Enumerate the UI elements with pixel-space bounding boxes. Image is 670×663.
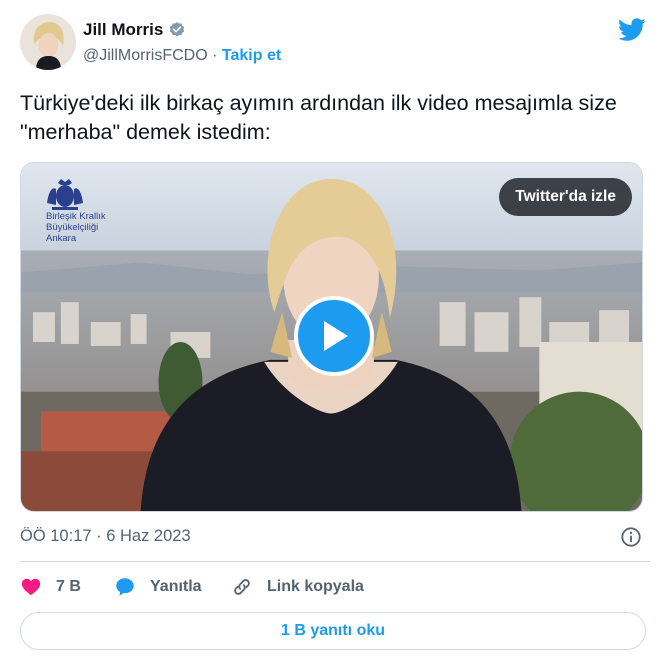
read-replies-button[interactable]: 1 B yanıtı oku (20, 612, 646, 650)
play-icon (324, 321, 348, 351)
like-count: 7 B (56, 578, 81, 595)
link-icon (234, 579, 250, 595)
like-button[interactable]: 7 B (20, 576, 114, 598)
reply-button[interactable]: Yanıtla (114, 576, 231, 598)
timestamp[interactable]: ÖÖ 10:17 · 6 Haz 2023 (20, 527, 191, 546)
tweet-card: Jill Morris @JillMorrisFCDO · Takip et T… (0, 0, 670, 663)
avatar[interactable] (20, 14, 76, 70)
info-icon[interactable] (620, 526, 642, 548)
copy-link-button[interactable]: Link kopyala (231, 576, 364, 598)
author-name-text: Jill Morris (83, 20, 164, 39)
video-player[interactable]: Birleşik Krallık Büyükelçiliği Ankara Tw… (20, 162, 643, 512)
embassy-line-3: Ankara (46, 233, 77, 244)
verified-badge-icon (170, 22, 185, 37)
handle-line: @JillMorrisFCDO · Takip et (83, 47, 281, 65)
speech-bubble-icon (116, 578, 134, 596)
embassy-label: Birleşik Krallık Büyükelçiliği Ankara (46, 211, 106, 244)
author-name[interactable]: Jill Morris (83, 20, 186, 40)
play-button[interactable] (294, 296, 374, 376)
timestamp-separator: · (96, 527, 102, 545)
follow-link[interactable]: Takip et (222, 47, 281, 64)
reply-label: Yanıtla (150, 578, 202, 595)
twitter-bird-icon[interactable] (618, 18, 646, 42)
tweet-date: 6 Haz 2023 (106, 527, 191, 545)
divider (20, 561, 650, 562)
tweet-time: ÖÖ 10:17 (20, 527, 92, 545)
author-handle[interactable]: @JillMorrisFCDO (83, 47, 208, 64)
watch-on-twitter-button[interactable]: Twitter'da izle (499, 178, 632, 216)
embassy-line-2: Büyükelçiliği (46, 222, 99, 233)
copy-link-label: Link kopyala (267, 578, 364, 595)
action-bar: 7 B Yanıtla Link kopyala (20, 575, 364, 599)
embassy-line-1: Birleşik Krallık (46, 211, 106, 222)
heart-icon (21, 578, 41, 596)
tweet-text: Türkiye'deki ilk birkaç ayımın ardından … (20, 91, 617, 144)
handle-separator: · (212, 47, 218, 64)
royal-crest-logo (47, 179, 83, 210)
